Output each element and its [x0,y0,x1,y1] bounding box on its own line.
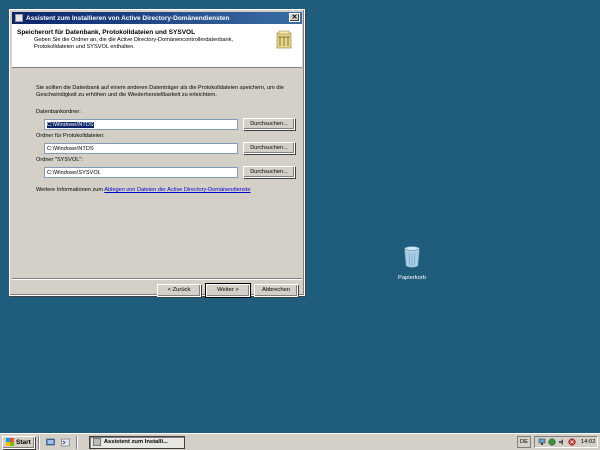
close-button[interactable]: ✕ [289,13,300,22]
alert-icon[interactable] [568,438,576,446]
volume-icon[interactable] [558,438,566,446]
db-folder-label: Datenbankordner: [36,109,81,115]
log-browse-button[interactable]: Durchsuchen... [243,142,295,154]
start-button[interactable]: Start [2,435,35,449]
recycle-bin[interactable]: Papierkorb [390,245,434,281]
clock: 14:02 [581,439,596,445]
back-button[interactable]: < Zurück [157,284,201,297]
wizard-window: Assistent zum Installieren von Active Di… [9,9,305,298]
windows-logo-icon [6,438,14,446]
quicklaunch-separator [37,435,40,449]
db-browse-button[interactable]: Durchsuchen... [243,118,295,130]
powershell-icon[interactable] [61,438,70,447]
recycle-bin-icon [404,246,420,268]
sysvol-folder-input[interactable]: C:\Windows\SYSVOL [44,167,238,178]
header-title: Speicherort für Datenbank, Protokolldate… [17,29,196,36]
log-folder-input[interactable]: C:\Windows\NTDS [44,143,238,154]
app-icon [15,14,23,22]
next-button[interactable]: Weiter > [205,283,251,298]
title-bar[interactable]: Assistent zum Installieren von Active Di… [12,12,302,24]
log-folder-label: Ordner für Protokolldateien: [36,133,105,139]
taskbar-item-wizard[interactable]: Assistent zum Installi... [88,435,185,449]
language-indicator[interactable]: DE [517,436,531,448]
more-info-link[interactable]: Ablegen von Dateien der Active Directory… [104,187,250,193]
sysvol-browse-button[interactable]: Durchsuchen... [243,166,295,178]
intro-text: Sie sollten die Datenbank auf einem ande… [36,85,284,98]
taskbar: Start Assistent zum Installi... DE 14:02 [0,433,600,450]
wizard-header: Speicherort für Datenbank, Protokolldate… [12,24,302,68]
recycle-bin-label: Papierkorb [397,275,427,281]
more-info: Weitere Informationen zum Ablegen von Da… [36,187,251,193]
security-icon[interactable] [548,438,556,446]
db-folder-input[interactable]: C:\Windows\NTDS [44,119,238,130]
wizard-task-icon [92,438,101,446]
window-title: Assistent zum Installieren von Active Di… [26,14,230,22]
system-tray: 14:02 [534,436,598,448]
network-icon[interactable] [538,438,546,446]
sysvol-folder-label: Ordner "SYSVOL": [36,157,83,163]
cancel-button[interactable]: Abbrechen [254,284,298,297]
header-description: Geben Sie die Ordner an, die die Active … [34,37,233,50]
separator [12,278,302,280]
server-manager-icon[interactable] [46,438,55,447]
quicklaunch-separator-2 [75,435,78,449]
database-folder-icon [276,30,292,49]
